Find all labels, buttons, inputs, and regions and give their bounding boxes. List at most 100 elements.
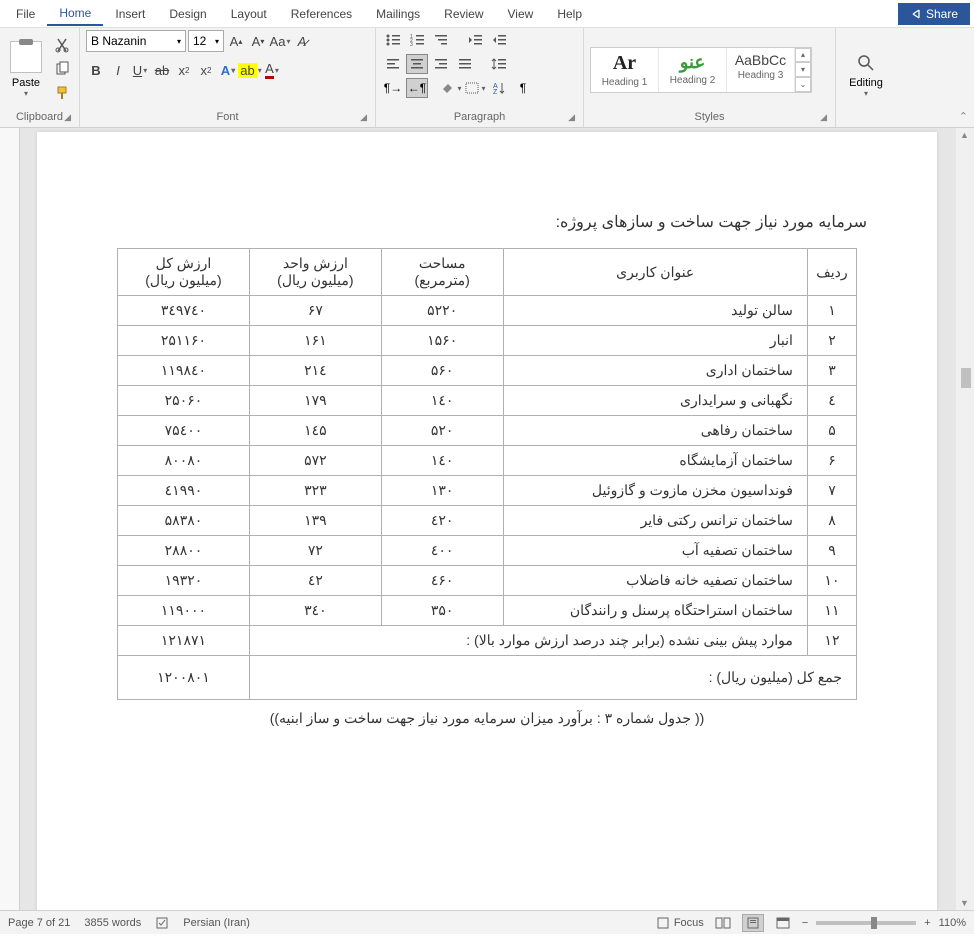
show-marks-button[interactable]: ¶ [512,78,534,98]
status-page[interactable]: Page 7 of 21 [8,917,70,929]
font-size-select[interactable]: 12▾ [188,30,224,52]
menu-insert[interactable]: Insert [103,3,157,25]
style-heading3[interactable]: AaBbCc Heading 3 [727,48,795,92]
table-row: ۲انبار۱۵۶۰۱۶۱۲۵۱۱۶۰ [118,326,857,356]
decrease-indent-button[interactable] [464,30,486,50]
styles-group-label: Styles [695,111,725,123]
line-spacing-button[interactable] [488,54,510,74]
menu-file[interactable]: File [4,3,47,25]
table-row: ۱۲موارد پیش بینی نشده (برابر چند درصد ار… [118,626,857,656]
ltr-button[interactable]: ¶→ [382,78,404,98]
menu-mailings[interactable]: Mailings [364,3,432,25]
underline-button[interactable]: U▾ [130,60,150,80]
menu-design[interactable]: Design [157,3,218,25]
highlight-button[interactable]: ab▾ [240,60,260,80]
shrink-font-button[interactable]: A▾ [248,31,268,51]
subscript-button[interactable]: x2 [174,60,194,80]
rtl-button[interactable]: ←¶ [406,78,428,98]
zoom-in-button[interactable]: + [924,917,930,929]
vertical-ruler [0,128,20,910]
status-proofing-icon[interactable] [155,916,169,930]
text-effects-button[interactable]: A▾ [218,60,238,80]
bullets-button[interactable] [382,30,404,50]
share-button[interactable]: Share [898,3,970,25]
table-row: ۶ساختمان آزمایشگاه۱٤۰۵۷۲۸۰۰۸۰ [118,446,857,476]
menu-view[interactable]: View [496,3,546,25]
numbering-button[interactable]: 123 [406,30,428,50]
zoom-out-button[interactable]: − [802,917,808,929]
strikethrough-button[interactable]: ab [152,60,172,80]
editing-button[interactable]: Editing ▾ [842,53,890,98]
paste-icon [10,41,42,73]
align-center-button[interactable] [406,54,428,74]
gallery-down[interactable]: ▾ [795,62,811,77]
cut-button[interactable] [54,37,72,55]
focus-mode-button[interactable]: Focus [656,916,704,930]
copy-button[interactable] [54,61,72,79]
clipboard-label: Clipboard [16,111,63,123]
menu-references[interactable]: References [279,3,364,25]
th-row: ردیف [807,249,856,296]
group-paragraph: 123 ¶→ ←¶ ▾ ▾ AZ ¶ [376,28,584,127]
clear-formatting-button[interactable]: A̷ [292,31,312,51]
font-name-value: B Nazanin [91,34,146,48]
status-words[interactable]: 3855 words [84,917,141,929]
styles-launcher[interactable]: ◢ [820,112,827,123]
borders-button[interactable]: ▾ [464,78,486,98]
paragraph-launcher[interactable]: ◢ [568,112,575,123]
font-size-value: 12 [193,34,206,48]
read-mode-button[interactable] [712,914,734,932]
superscript-button[interactable]: x2 [196,60,216,80]
zoom-slider[interactable] [816,921,916,925]
gallery-more[interactable]: ⌄ [795,77,811,92]
zoom-level[interactable]: 110% [939,917,966,929]
multilevel-list-button[interactable] [430,30,452,50]
doc-caption: (( جدول شماره ۳ : برآورد میزان سرمایه مو… [87,710,887,727]
increase-indent-button[interactable] [488,30,510,50]
style-heading1[interactable]: Ar Heading 1 [591,48,659,92]
share-label: Share [926,7,958,21]
format-painter-button[interactable] [54,85,72,103]
align-right-button[interactable] [430,54,452,74]
document-page[interactable]: سرمایه مورد نیاز جهت ساخت و سازهای پروژه… [37,132,937,910]
style-preview-3: AaBbCc [731,52,790,68]
grow-font-button[interactable]: A▴ [226,31,246,51]
gallery-up[interactable]: ▴ [795,48,811,63]
table-row: ۱۰ساختمان تصفیه خانه فاضلاب٤۶۰٤۲۱۹۳۲۰ [118,566,857,596]
shading-button[interactable]: ▾ [440,78,462,98]
style-heading2[interactable]: ﻋﻨﻮ Heading 2 [659,48,727,92]
style-label-2: Heading 2 [663,75,722,86]
menu-review[interactable]: Review [432,3,495,25]
italic-button[interactable]: I [108,60,128,80]
web-layout-button[interactable] [772,914,794,932]
menu-help[interactable]: Help [545,3,594,25]
collapse-ribbon-button[interactable]: ⌃ [959,110,968,123]
menu-home[interactable]: Home [47,2,103,26]
sort-button[interactable]: AZ [488,78,510,98]
font-launcher[interactable]: ◢ [360,112,367,123]
style-preview-1: Ar [595,52,654,75]
align-left-button[interactable] [382,54,404,74]
font-name-select[interactable]: B Nazanin▾ [86,30,186,52]
font-color-button[interactable]: A▾ [262,60,282,80]
print-layout-button[interactable] [742,914,764,932]
font-group-label: Font [216,111,238,123]
share-icon [910,8,922,20]
paragraph-group-label: Paragraph [454,111,505,123]
clipboard-launcher[interactable]: ◢ [64,112,71,123]
paste-button[interactable]: Paste ▾ [6,41,46,98]
menu-layout[interactable]: Layout [219,3,279,25]
styles-gallery[interactable]: Ar Heading 1 ﻋﻨﻮ Heading 2 AaBbCc Headin… [590,47,812,93]
justify-button[interactable] [454,54,476,74]
doc-heading: سرمایه مورد نیاز جهت ساخت و سازهای پروژه… [87,212,887,232]
status-language[interactable]: Persian (Iran) [183,917,250,929]
scroll-thumb[interactable] [961,368,971,388]
bold-button[interactable]: B [86,60,106,80]
menu-bar: File Home Insert Design Layout Reference… [0,0,974,28]
vertical-scrollbar[interactable] [956,128,974,910]
table-row: ۸ساختمان ترانس رکتی فایر٤۲۰۱۳۹۵۸۳۸۰ [118,506,857,536]
change-case-button[interactable]: Aa▾ [270,31,290,51]
group-font: B Nazanin▾ 12▾ A▴ A▾ Aa▾ A̷ B I U▾ ab x2… [80,28,376,127]
focus-icon [656,916,670,930]
table-row: ۹ساختمان تصفیه آب٤۰۰۷۲۲۸۸۰۰ [118,536,857,566]
